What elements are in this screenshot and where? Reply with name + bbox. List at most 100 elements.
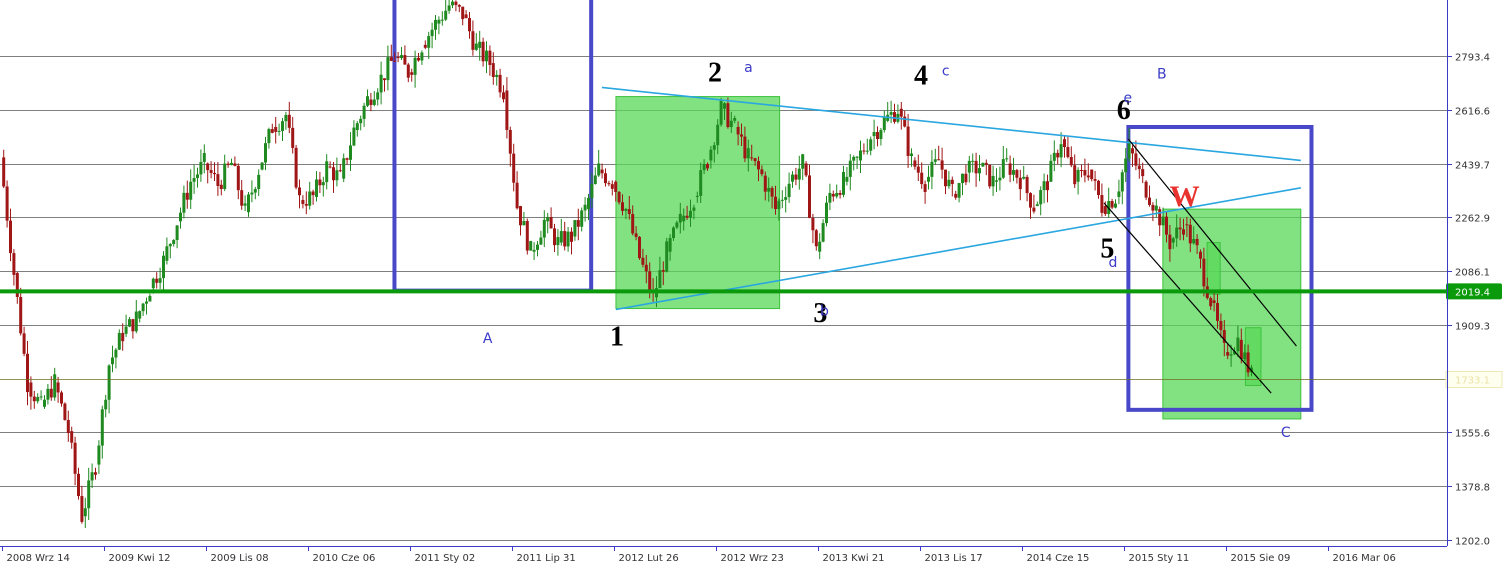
candle-body <box>1066 147 1070 158</box>
candle-body <box>750 157 754 159</box>
candle-body <box>556 237 560 246</box>
candle-body <box>338 170 342 172</box>
candle-body <box>617 191 621 203</box>
y-tick-label: 2086.1 <box>1455 268 1490 279</box>
wave-box <box>392 0 594 293</box>
wave-letter-A: A <box>483 331 493 347</box>
candle-body <box>991 175 995 187</box>
candle-body <box>294 147 298 188</box>
candle-body <box>570 231 573 242</box>
candle-body <box>852 156 856 161</box>
candle-body <box>733 118 737 121</box>
candle-body <box>335 170 339 181</box>
candle-body <box>457 5 461 7</box>
candle-body <box>658 270 662 289</box>
candle-body <box>121 332 125 342</box>
candle-body <box>19 296 23 334</box>
candle-body <box>998 177 1002 181</box>
candle-body <box>389 57 393 61</box>
candle-body <box>648 271 652 291</box>
candle-body <box>447 5 451 11</box>
candle-body <box>124 326 128 334</box>
candle-body <box>318 179 322 186</box>
candle-body <box>743 136 747 159</box>
candle-body <box>274 126 278 132</box>
candle-body <box>141 303 145 312</box>
candle-body <box>811 217 815 231</box>
candle-body <box>151 278 155 289</box>
candle-body <box>22 333 26 354</box>
candle-body <box>114 349 118 358</box>
candle-body <box>243 203 247 206</box>
candle-body <box>128 319 131 327</box>
candle-body <box>43 399 46 407</box>
candle-body <box>1178 227 1182 230</box>
candle-body <box>644 264 648 272</box>
candle-body <box>488 50 492 65</box>
candle-body <box>1056 152 1060 158</box>
candle-body <box>1090 169 1094 180</box>
candle-body <box>899 108 903 117</box>
candle-body <box>944 169 947 187</box>
candle-body <box>1182 229 1185 235</box>
candle-body <box>1015 170 1019 178</box>
candle-body <box>1165 216 1168 235</box>
candle-body <box>1012 170 1015 175</box>
candle-body <box>60 392 63 404</box>
x-tick-label: 2015 Sty 11 <box>1129 553 1190 564</box>
candle-body <box>757 161 760 170</box>
candle-body <box>536 244 539 250</box>
candle-body <box>1110 201 1114 208</box>
x-tick-label: 2011 Sty 02 <box>415 553 476 564</box>
candle-body <box>209 170 213 173</box>
candle-body <box>627 209 631 215</box>
candle-body <box>236 165 240 191</box>
candle-body <box>1120 172 1124 192</box>
candle-body <box>1046 181 1049 191</box>
x-tick-label: 2013 Kwi 21 <box>823 553 885 564</box>
candle-body <box>1243 352 1247 360</box>
candle-body <box>454 1 458 6</box>
candle-body <box>393 60 397 62</box>
candle-body <box>576 220 580 227</box>
candle-body <box>53 374 57 398</box>
candle-body <box>461 6 465 20</box>
candle-body <box>855 156 859 158</box>
candle-body <box>49 388 53 398</box>
candle-body <box>614 181 618 192</box>
candle-body <box>253 189 257 193</box>
y-tick-label: 1555.6 <box>1455 429 1490 440</box>
candle-body <box>230 162 233 166</box>
candle-body <box>26 353 29 393</box>
candle-body <box>400 55 403 59</box>
candle-body <box>1141 169 1145 177</box>
candle-body <box>430 29 434 37</box>
candle-body <box>491 63 495 77</box>
candle-body <box>56 382 60 393</box>
y-tick-label: 1202.0 <box>1455 537 1490 548</box>
candle-body <box>1039 190 1043 205</box>
candle-body <box>1069 157 1073 166</box>
candle-body <box>308 191 312 206</box>
candle-body <box>961 173 964 184</box>
candle-body <box>267 129 271 144</box>
candle-body <box>1083 170 1087 176</box>
wave-label-1: 1 <box>610 322 624 353</box>
candle-body <box>185 192 189 200</box>
candle-body <box>315 179 318 197</box>
candle-body <box>1117 191 1121 197</box>
candle-body <box>801 154 805 169</box>
candle-body <box>957 183 961 198</box>
candle-body <box>865 150 869 152</box>
candle-body <box>716 124 720 146</box>
x-tick-label: 2010 Cze 06 <box>313 553 376 564</box>
candle-body <box>583 204 587 211</box>
candle-body <box>1032 207 1036 212</box>
candle-body <box>903 116 907 127</box>
candle-body <box>1239 339 1243 360</box>
candle-body <box>505 90 509 130</box>
candle-body <box>1001 159 1005 178</box>
candle-body <box>678 213 682 223</box>
stock-chart: 2019.4 1733.1 2793.4 2616.6 2439.7 2262.9 208… <box>0 0 1503 564</box>
candle-body <box>954 193 958 198</box>
